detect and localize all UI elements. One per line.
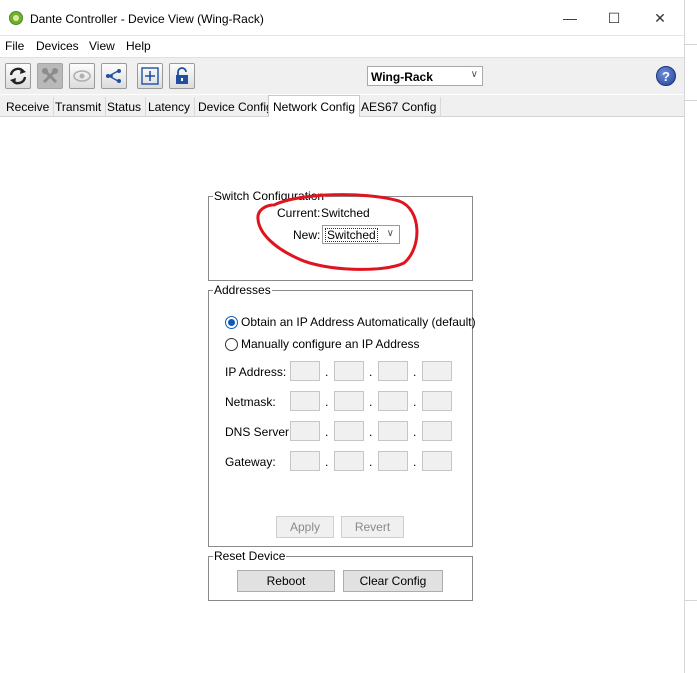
gateway-octet <box>422 451 452 471</box>
dns-server-octet <box>290 421 320 441</box>
ip-address-octet <box>378 361 408 381</box>
maximize-button[interactable]: ☐ <box>591 0 637 36</box>
tab-receive[interactable]: Receive <box>2 97 55 117</box>
device-tools-button[interactable] <box>37 63 63 89</box>
dns-server-octet <box>334 421 364 441</box>
ip-address-octet <box>422 361 452 381</box>
close-icon: ✕ <box>654 9 666 26</box>
lock-button[interactable] <box>169 63 195 89</box>
clear-config-button[interactable]: Clear Config <box>343 570 443 592</box>
new-switch-mode-value: Switched <box>325 228 378 242</box>
dns-server-label: DNS Server: <box>225 425 293 439</box>
chevron-down-icon: ∨ <box>470 69 478 80</box>
refresh-button[interactable] <box>5 63 31 89</box>
ip-address-octet <box>334 361 364 381</box>
tab-network-config[interactable]: Network Config <box>268 95 361 118</box>
octet-separator: . <box>325 455 329 469</box>
gateway-octet <box>378 451 408 471</box>
add-button[interactable] <box>137 63 163 89</box>
toolbar: Wing-Rack ∨ ? <box>0 57 684 94</box>
manual-ip-radio[interactable] <box>225 338 238 351</box>
auto-ip-radio[interactable] <box>225 316 238 329</box>
tools-icon <box>42 68 58 84</box>
add-icon <box>141 67 159 85</box>
tab-transmit[interactable]: Transmit <box>51 97 107 117</box>
new-label: New: <box>293 228 321 242</box>
device-select[interactable]: Wing-Rack ∨ <box>367 66 483 86</box>
unlock-icon <box>176 67 188 84</box>
minimize-icon: — <box>563 10 577 26</box>
background-divider <box>685 100 697 101</box>
menu-help[interactable]: Help <box>126 39 151 53</box>
ip-address-label: IP Address: <box>225 365 287 379</box>
auto-ip-label: Obtain an IP Address Automatically (defa… <box>241 315 476 329</box>
octet-separator: . <box>325 365 329 379</box>
octet-separator: . <box>369 365 373 379</box>
tab-status[interactable]: Status <box>103 97 147 117</box>
tab-bar: Receive Transmit Status Latency Device C… <box>0 95 684 118</box>
netmask-label: Netmask: <box>225 395 276 409</box>
refresh-icon <box>9 67 27 85</box>
octet-separator: . <box>413 455 417 469</box>
gateway-label: Gateway: <box>225 455 276 469</box>
dante-app-icon <box>9 11 23 25</box>
menu-view[interactable]: View <box>89 39 115 53</box>
reset-device-title: Reset Device <box>213 549 287 563</box>
tab-device-config[interactable]: Device Config <box>194 97 278 117</box>
background-window-edge <box>684 0 697 673</box>
eye-icon <box>73 70 91 82</box>
menu-bar: File Devices View Help <box>0 36 684 56</box>
share-icon <box>106 69 121 83</box>
device-select-value: Wing-Rack <box>371 70 433 84</box>
octet-separator: . <box>325 395 329 409</box>
view-button[interactable] <box>69 63 95 89</box>
background-divider <box>685 600 697 601</box>
netmask-octet <box>422 391 452 411</box>
revert-button[interactable]: Revert <box>341 516 404 538</box>
octet-separator: . <box>369 395 373 409</box>
close-button[interactable]: ✕ <box>637 0 683 36</box>
maximize-icon: ☐ <box>607 9 621 26</box>
dns-server-octet <box>422 421 452 441</box>
octet-separator: . <box>413 425 417 439</box>
octet-separator: . <box>413 395 417 409</box>
help-button[interactable]: ? <box>656 66 676 86</box>
octet-separator: . <box>369 425 373 439</box>
menu-file[interactable]: File <box>5 39 24 53</box>
apply-button[interactable]: Apply <box>276 516 334 538</box>
tab-aes67-config[interactable]: AES67 Config <box>357 97 442 117</box>
window-title: Dante Controller - Device View (Wing-Rac… <box>30 12 264 26</box>
network-button[interactable] <box>101 63 127 89</box>
current-label: Current: <box>277 206 321 220</box>
background-divider <box>685 44 697 45</box>
tab-latency[interactable]: Latency <box>144 97 196 117</box>
octet-separator: . <box>369 455 373 469</box>
reboot-button[interactable]: Reboot <box>237 570 335 592</box>
octet-separator: . <box>413 365 417 379</box>
current-switch-value: Switched <box>321 206 370 220</box>
chevron-down-icon: ∨ <box>386 228 394 239</box>
manual-ip-label: Manually configure an IP Address <box>241 337 420 351</box>
title-bar: Dante Controller - Device View (Wing-Rac… <box>0 0 684 36</box>
gateway-octet <box>290 451 320 471</box>
netmask-octet <box>290 391 320 411</box>
addresses-title: Addresses <box>213 283 272 297</box>
netmask-octet <box>334 391 364 411</box>
minimize-button[interactable]: — <box>547 0 593 36</box>
gateway-octet <box>334 451 364 471</box>
octet-separator: . <box>325 425 329 439</box>
new-switch-mode-select[interactable]: Switched ∨ <box>322 225 400 244</box>
ip-address-octet <box>290 361 320 381</box>
menu-devices[interactable]: Devices <box>36 39 79 53</box>
switch-configuration-title: Switch Configuration <box>213 189 326 203</box>
dns-server-octet <box>378 421 408 441</box>
netmask-octet <box>378 391 408 411</box>
